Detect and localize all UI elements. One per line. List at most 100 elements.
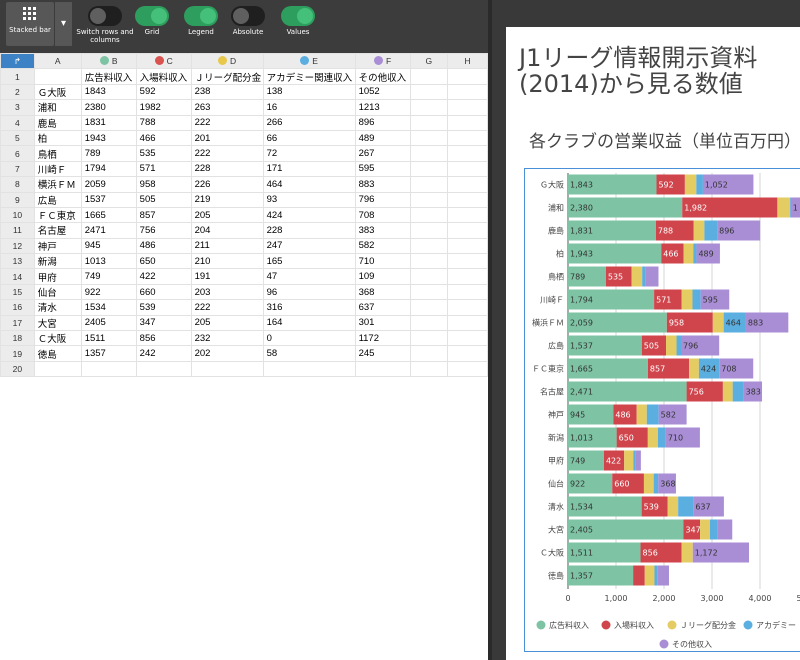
cell[interactable]: 2059 — [80, 176, 137, 193]
cell[interactable] — [447, 129, 488, 147]
cell[interactable]: 164 — [262, 314, 356, 332]
cell[interactable] — [447, 160, 488, 178]
cell[interactable] — [409, 330, 449, 347]
cell[interactable] — [33, 68, 82, 85]
cell[interactable]: 242 — [135, 345, 192, 362]
select-all-corner[interactable]: ↱ — [0, 52, 35, 70]
cell[interactable]: 96 — [262, 283, 356, 301]
cell[interactable]: 210 — [190, 253, 264, 270]
cell[interactable]: Ｇ大阪 — [33, 83, 82, 101]
cell[interactable]: 650 — [135, 253, 192, 270]
row-number[interactable]: 17 — [0, 314, 35, 332]
cell[interactable]: 368 — [354, 283, 411, 301]
toggle-switch[interactable] — [88, 6, 122, 26]
cell[interactable] — [447, 145, 488, 162]
cell[interactable] — [447, 360, 488, 378]
cell[interactable] — [409, 145, 449, 162]
cell[interactable]: 1943 — [80, 129, 137, 147]
cell[interactable] — [447, 330, 488, 347]
cell[interactable] — [447, 299, 488, 316]
toggle-switch[interactable] — [231, 6, 265, 26]
cell[interactable] — [409, 360, 449, 378]
cell[interactable]: 58 — [262, 345, 356, 362]
cell[interactable] — [409, 99, 449, 116]
cell[interactable]: その他収入 — [354, 68, 411, 85]
cell[interactable] — [409, 114, 449, 131]
cell[interactable] — [447, 253, 488, 270]
cell[interactable]: 301 — [354, 314, 411, 332]
cell[interactable]: 245 — [354, 345, 411, 362]
cell[interactable]: Ｊリーグ配分金 — [190, 68, 264, 85]
cell[interactable] — [447, 83, 488, 101]
cell[interactable]: 222 — [190, 114, 264, 131]
cell[interactable]: 571 — [135, 160, 192, 178]
cell[interactable]: 1794 — [80, 160, 137, 178]
cell[interactable]: 1982 — [135, 99, 192, 116]
cell[interactable]: 222 — [190, 145, 264, 162]
row-number[interactable]: 2 — [0, 83, 35, 101]
cell[interactable] — [447, 114, 488, 131]
cell[interactable]: 川崎Ｆ — [33, 160, 82, 178]
cell[interactable] — [33, 360, 82, 378]
cell[interactable] — [447, 191, 488, 208]
cell[interactable]: 422 — [135, 268, 192, 285]
cell[interactable]: 入場料収入 — [135, 68, 192, 85]
row-number[interactable]: 9 — [0, 191, 35, 208]
row-number[interactable]: 15 — [0, 283, 35, 301]
cell[interactable]: 清水 — [33, 299, 82, 316]
cell[interactable]: 232 — [190, 330, 264, 347]
cell[interactable]: 191 — [190, 268, 264, 285]
cell[interactable]: 138 — [262, 83, 356, 101]
cell[interactable]: 796 — [354, 191, 411, 208]
row-number[interactable]: 14 — [0, 268, 35, 285]
row-number[interactable]: 20 — [0, 360, 35, 378]
cell[interactable]: 205 — [190, 206, 264, 224]
row-number[interactable]: 19 — [0, 345, 35, 362]
cell[interactable]: 464 — [262, 176, 356, 193]
cell[interactable]: 171 — [262, 160, 356, 178]
cell[interactable]: 名古屋 — [33, 222, 82, 239]
cell[interactable]: 756 — [135, 222, 192, 239]
toggle-switch[interactable] — [281, 6, 315, 26]
cell[interactable]: 205 — [190, 314, 264, 332]
cell[interactable] — [262, 360, 356, 378]
cell[interactable]: 1665 — [80, 206, 137, 224]
cell[interactable] — [447, 176, 488, 193]
cell[interactable]: 267 — [354, 145, 411, 162]
cell[interactable] — [354, 360, 411, 378]
cell[interactable]: 仙台 — [33, 283, 82, 301]
cell[interactable]: 945 — [80, 237, 137, 255]
cell[interactable]: 922 — [80, 283, 137, 301]
cell[interactable]: 0 — [262, 330, 356, 347]
cell[interactable]: Ｃ大阪 — [33, 330, 82, 347]
cell[interactable]: 16 — [262, 99, 356, 116]
row-number[interactable]: 13 — [0, 253, 35, 270]
toggle-5[interactable]: Values — [268, 6, 328, 36]
cell[interactable] — [447, 345, 488, 362]
cell[interactable]: 神戸 — [33, 237, 82, 255]
cell[interactable] — [409, 222, 449, 239]
cell[interactable]: 47 — [262, 268, 356, 285]
cell[interactable]: 1537 — [80, 191, 137, 208]
row-number[interactable]: 18 — [0, 330, 35, 347]
cell[interactable]: 201 — [190, 129, 264, 147]
cell[interactable]: 鹿島 — [33, 114, 82, 131]
cell[interactable]: 203 — [190, 283, 264, 301]
cell[interactable] — [409, 268, 449, 285]
cell[interactable] — [447, 237, 488, 255]
cell[interactable]: 539 — [135, 299, 192, 316]
cell[interactable]: 857 — [135, 206, 192, 224]
cell[interactable]: 204 — [190, 222, 264, 239]
cell[interactable] — [409, 299, 449, 316]
cell[interactable] — [447, 68, 488, 85]
cell[interactable]: 247 — [262, 237, 356, 255]
cell[interactable] — [409, 68, 449, 85]
row-number[interactable]: 16 — [0, 299, 35, 316]
row-number[interactable]: 3 — [0, 99, 35, 116]
chart-type-button[interactable]: Stacked bar — [6, 2, 54, 46]
cell[interactable]: 2380 — [80, 99, 137, 116]
cell[interactable]: 浦和 — [33, 99, 82, 116]
cell[interactable]: 93 — [262, 191, 356, 208]
cell[interactable] — [447, 314, 488, 332]
column-header[interactable]: G — [409, 52, 449, 70]
